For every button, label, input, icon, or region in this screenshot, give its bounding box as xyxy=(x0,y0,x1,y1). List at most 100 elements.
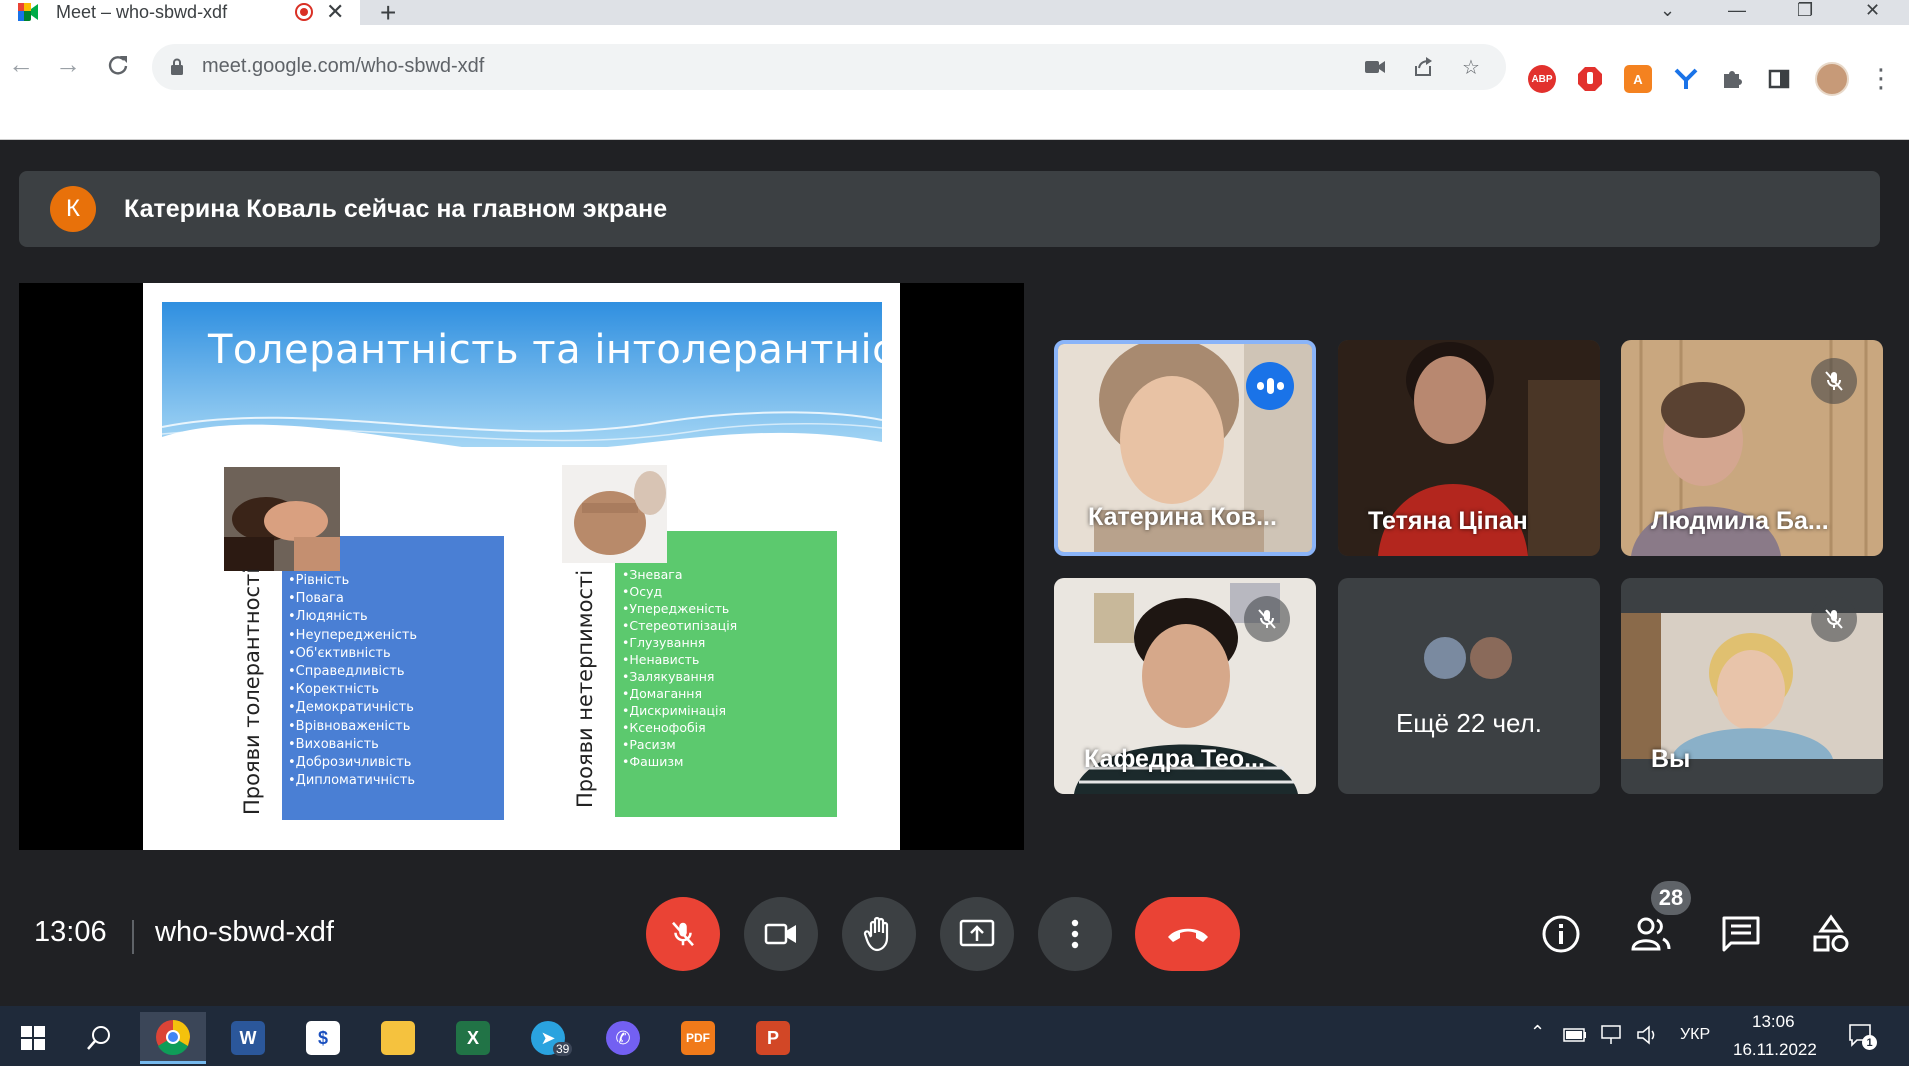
tab-strip: Meet – who-sbwd-xdf ✕ + ⌄ — ❐ ✕ xyxy=(0,0,1909,28)
tab-meet[interactable]: Meet – who-sbwd-xdf ✕ xyxy=(0,0,360,25)
powerpoint-icon: P xyxy=(756,1021,790,1055)
extensions-puzzle-icon[interactable] xyxy=(1718,65,1746,93)
chat-button[interactable] xyxy=(1717,910,1765,958)
taskbar-pdf[interactable]: PDF xyxy=(665,1012,731,1064)
abp-icon[interactable]: ABP xyxy=(1528,65,1556,93)
tray-chevron-icon[interactable]: ⌃ xyxy=(1530,1022,1545,1043)
y-extension-icon[interactable] xyxy=(1672,65,1700,93)
list-item: Об'єктивність xyxy=(288,645,417,663)
more-participants-label: Ещё 22 чел. xyxy=(1395,708,1543,738)
present-icon xyxy=(959,919,995,947)
more-participants-tile[interactable]: Ещё 22 чел. xyxy=(1338,578,1600,794)
list-item: Рівність xyxy=(288,572,417,590)
meeting-details-button[interactable] xyxy=(1537,910,1585,958)
list-item: Коректність xyxy=(288,681,417,699)
list-item: Упередженість xyxy=(622,600,737,617)
more-vert-icon xyxy=(1071,919,1079,949)
present-screen-button[interactable] xyxy=(940,897,1014,971)
taskbar-time[interactable]: 13:06 xyxy=(1752,1012,1795,1032)
recording-indicator-icon xyxy=(295,3,313,21)
google-meet-icon xyxy=(18,3,38,21)
participant-name: Людмила Ба... xyxy=(1651,507,1829,535)
participant-tile[interactable]: Тетяна Ціпан xyxy=(1338,340,1600,556)
participant-tile[interactable]: Людмила Ба... xyxy=(1621,340,1883,556)
tolerance-list: Рівність Повага Людяність Неупередженіст… xyxy=(288,572,417,790)
taskbar-word[interactable]: W xyxy=(215,1012,281,1064)
minimize-icon[interactable]: — xyxy=(1728,0,1746,20)
mic-off-icon xyxy=(672,921,694,947)
taskbar-app[interactable]: $ xyxy=(290,1012,356,1064)
list-item: Демократичність xyxy=(288,699,417,717)
battery-icon[interactable] xyxy=(1563,1028,1587,1042)
stop-extension-icon[interactable] xyxy=(1576,65,1604,93)
self-tile[interactable]: Вы xyxy=(1621,578,1883,794)
start-button[interactable] xyxy=(0,1012,66,1064)
muted-mic-icon xyxy=(1811,596,1857,642)
divider xyxy=(132,920,134,954)
participant-name: Вы xyxy=(1651,745,1691,773)
camera-toggle-button[interactable] xyxy=(744,897,818,971)
camera-permission-icon[interactable] xyxy=(1362,54,1388,80)
app-icon: $ xyxy=(306,1021,340,1055)
tab-search-icon[interactable]: ⌄ xyxy=(1660,0,1675,20)
taskbar-powerpoint[interactable]: P xyxy=(740,1012,806,1064)
list-item: Дискримінація xyxy=(622,702,737,719)
intolerance-label: Прояви нетерпимості xyxy=(573,569,597,808)
taskbar-explorer[interactable] xyxy=(365,1012,431,1064)
list-item: Домагання xyxy=(622,685,737,702)
microphone-toggle-button[interactable] xyxy=(646,897,720,971)
leave-call-button[interactable] xyxy=(1135,897,1240,971)
chrome-icon xyxy=(156,1019,190,1055)
search-button[interactable] xyxy=(66,1012,132,1064)
profile-avatar[interactable] xyxy=(1815,62,1849,96)
notification-count: 1 xyxy=(1862,1035,1877,1050)
list-item: Дипломатичність xyxy=(288,772,417,790)
slide: Толерантність та інтолерантність Прояви … xyxy=(143,283,900,850)
back-icon[interactable]: ← xyxy=(8,49,34,79)
search-icon xyxy=(87,1026,110,1050)
presentation-view[interactable]: Толерантність та інтолерантність Прояви … xyxy=(19,283,1024,850)
network-icon[interactable] xyxy=(1600,1024,1624,1046)
notification-center-button[interactable]: 1 xyxy=(1848,1023,1877,1050)
meet-stage: К Катерина Коваль сейчас на главном экра… xyxy=(0,140,1909,1006)
browser-toolbar: ← → meet.google.com/who-sbwd-xdf ☆ ABP A… xyxy=(0,25,1909,130)
taskbar-telegram[interactable]: ➤ 39 xyxy=(515,1012,581,1064)
address-bar[interactable]: meet.google.com/who-sbwd-xdf ☆ xyxy=(152,44,1506,90)
forward-icon[interactable]: → xyxy=(55,49,81,79)
close-tab-icon[interactable]: ✕ xyxy=(326,0,344,24)
taskbar-viber[interactable]: ✆ xyxy=(590,1012,656,1064)
hand-icon xyxy=(863,916,889,952)
close-window-icon[interactable]: ✕ xyxy=(1865,0,1880,20)
slide-header-graphic xyxy=(162,302,882,447)
side-panel-icon[interactable] xyxy=(1765,65,1793,93)
people-button[interactable] xyxy=(1627,910,1675,958)
taskbar-date[interactable]: 16.11.2022 xyxy=(1733,1040,1817,1060)
activities-button[interactable] xyxy=(1807,910,1855,958)
orange-extension-icon[interactable]: A xyxy=(1624,65,1652,93)
raise-hand-button[interactable] xyxy=(842,897,916,971)
word-icon: W xyxy=(231,1021,265,1055)
taskbar-excel[interactable]: X xyxy=(440,1012,506,1064)
volume-icon[interactable] xyxy=(1636,1024,1660,1046)
taskbar-chrome[interactable] xyxy=(140,1012,206,1064)
list-item: Справедливість xyxy=(288,663,417,681)
camera-icon xyxy=(764,923,796,945)
share-icon[interactable] xyxy=(1410,54,1436,80)
reload-icon[interactable] xyxy=(106,53,130,77)
windows-logo-icon xyxy=(21,1026,45,1050)
meeting-time: 13:06 xyxy=(34,916,107,948)
more-options-button[interactable] xyxy=(1038,897,1112,971)
bookmark-star-icon[interactable]: ☆ xyxy=(1458,54,1484,80)
browser-menu-icon[interactable]: ⋮ xyxy=(1868,63,1894,93)
windows-taskbar: W $ X ➤ 39 ✆ PDF P ⌃ УКР 13:06 16.11.202… xyxy=(0,1006,1909,1066)
presenter-banner: К Катерина Коваль сейчас на главном экра… xyxy=(19,171,1880,247)
participant-avatar xyxy=(1422,635,1468,681)
list-item: Врівноваженість xyxy=(288,718,417,736)
participant-tile[interactable]: Катерина Ков... xyxy=(1054,340,1316,556)
restore-icon[interactable]: ❐ xyxy=(1797,0,1813,20)
participant-tile[interactable]: Кафедра Тео... xyxy=(1054,578,1316,794)
tab-title: Meet – who-sbwd-xdf xyxy=(56,2,228,22)
language-indicator[interactable]: УКР xyxy=(1680,1026,1710,1044)
fist-image xyxy=(562,465,667,563)
list-item: Осуд xyxy=(622,583,737,600)
